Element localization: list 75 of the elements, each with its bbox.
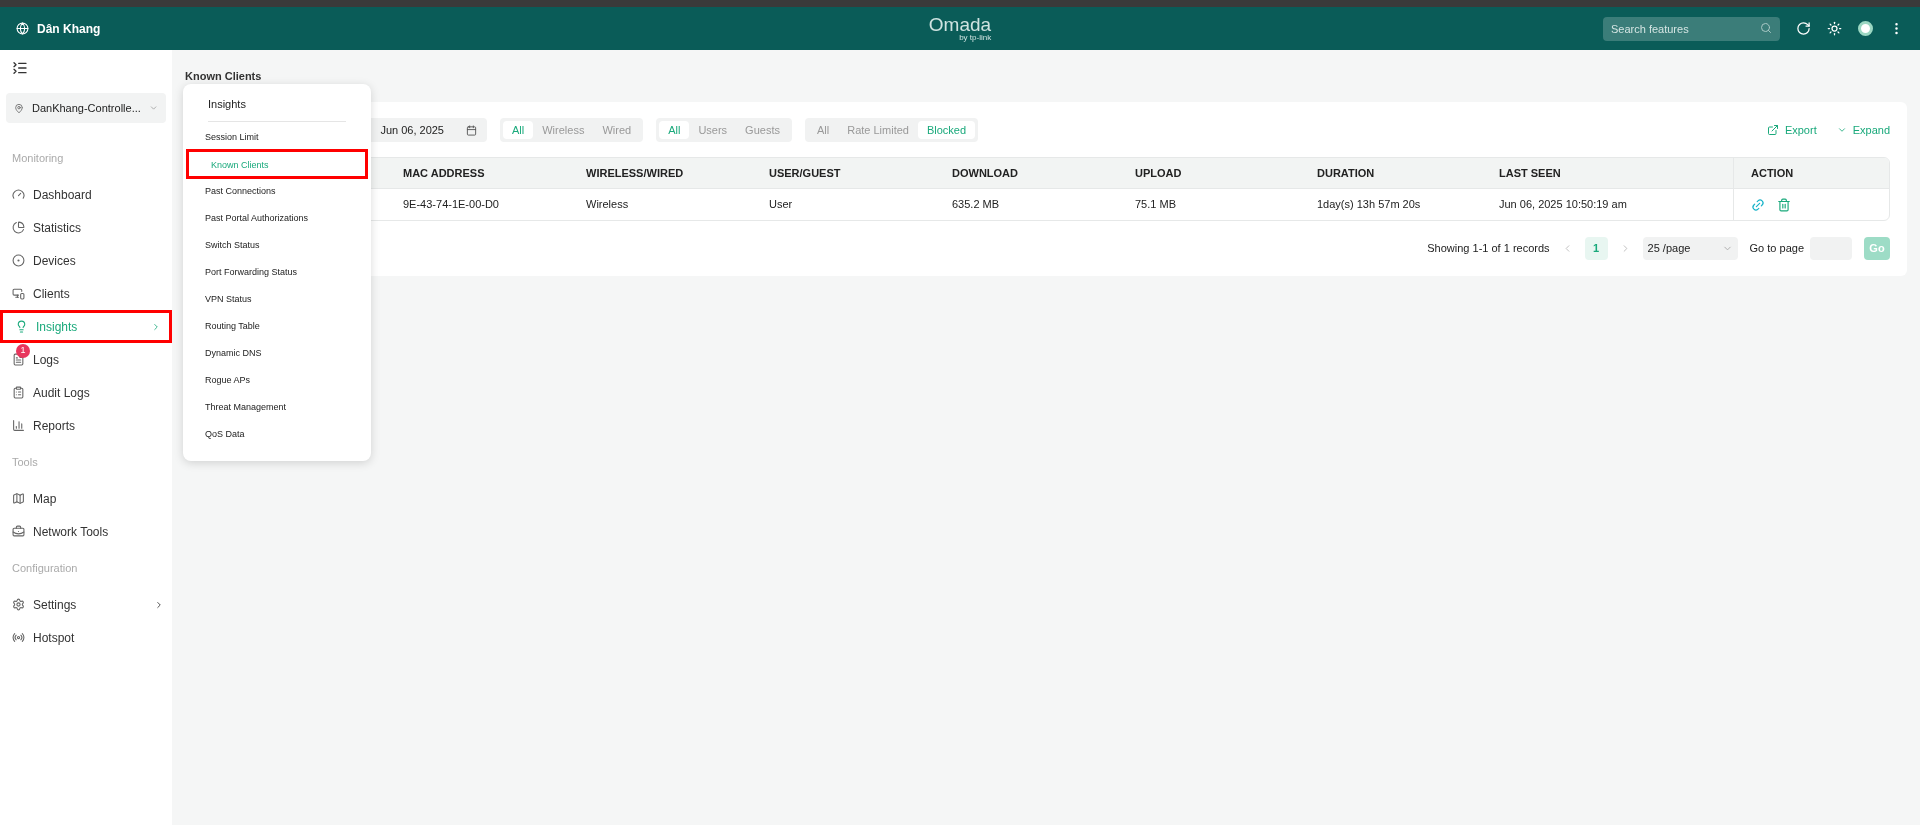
logo: Omada — [928, 15, 992, 34]
nav-item[interactable]: Logs 1 — [0, 343, 172, 376]
column-header: DOWNLOAD — [952, 165, 1018, 181]
page-title: Known Clients — [185, 68, 263, 84]
nav-item[interactable]: Network Tools — [0, 515, 172, 548]
goto-label: Go to page — [1749, 241, 1804, 257]
avatar-icon[interactable] — [1858, 21, 1873, 36]
column-header: LAST SEEN — [1499, 165, 1561, 181]
chevron-right-icon — [154, 599, 164, 610]
gauge-icon — [12, 188, 25, 201]
submenu-item[interactable]: Rogue APs — [183, 367, 371, 395]
notification-badge: 1 — [16, 344, 30, 358]
devices-icon — [12, 287, 25, 300]
target-icon — [12, 254, 25, 267]
page-size-select[interactable]: 25 /page — [1642, 237, 1738, 260]
bar-chart-icon — [12, 419, 25, 432]
records-summary: Showing 1-1 of 1 records — [1427, 241, 1550, 257]
submenu-item[interactable]: Past Connections — [183, 178, 371, 206]
section-label: Tools — [11, 454, 39, 470]
nav-item[interactable]: Hotspot — [0, 621, 172, 654]
lightbulb-icon — [15, 320, 28, 333]
popover-title: Insights — [208, 96, 346, 122]
table-cell-text: 635.2 MB — [952, 197, 1000, 213]
section-label: Configuration — [11, 560, 79, 576]
table-cell-text: 1day(s) 13h 57m 20s — [1317, 197, 1421, 213]
settings-icon — [12, 598, 25, 611]
table-cell-text: User — [769, 197, 793, 213]
nav-item[interactable]: Clients — [0, 277, 172, 310]
location-pin-icon — [14, 101, 24, 115]
site-name[interactable]: Dân Khang — [37, 19, 101, 38]
hotspot-icon — [12, 631, 25, 644]
nav-item[interactable]: Map — [0, 482, 172, 515]
calendar-icon — [466, 124, 477, 136]
nav-item[interactable]: Dashboard — [0, 178, 172, 211]
table-cell-text: 75.1 MB — [1135, 197, 1176, 213]
toolbox-icon — [12, 525, 25, 538]
table-cell-text: 9E-43-74-1E-00-D0 — [403, 197, 499, 213]
nav-item[interactable]: Reports — [0, 409, 172, 442]
submenu-item[interactable]: QoS Data — [183, 421, 371, 449]
globe-icon — [16, 22, 29, 35]
chevron-down-icon — [1836, 125, 1847, 135]
collapse-menu-icon[interactable] — [12, 60, 28, 76]
nav-item[interactable]: Settings — [0, 588, 172, 621]
pie-chart-icon — [12, 221, 25, 234]
submenu-item[interactable]: Dynamic DNS — [183, 340, 371, 368]
map-icon — [12, 492, 25, 505]
nav-item[interactable]: Audit Logs — [0, 376, 172, 409]
sun-icon[interactable] — [1827, 21, 1842, 36]
search-icon — [1760, 22, 1772, 34]
list-icon — [12, 386, 25, 399]
logo-subtitle: by tp-link — [959, 34, 992, 42]
export-icon — [1766, 124, 1779, 136]
submenu-item[interactable]: Past Portal Authorizations — [183, 205, 371, 233]
submenu-item[interactable]: Port Forwarding Status — [183, 259, 371, 287]
table-cell-text: Jun 06, 2025 10:50:19 am — [1499, 197, 1627, 213]
column-header: UPLOAD — [1135, 165, 1182, 181]
delete-icon[interactable] — [1777, 197, 1791, 212]
controller-select[interactable]: DanKhang-Controlle... — [6, 93, 166, 123]
document-icon — [12, 353, 25, 366]
submenu-item[interactable]: Threat Management — [183, 394, 371, 422]
table-cell-text: Wireless — [586, 197, 629, 213]
chevron-right-icon — [151, 321, 161, 332]
column-header: DURATION — [1317, 165, 1375, 181]
column-header: ACTION — [1751, 165, 1794, 181]
nav-item[interactable]: Devices — [0, 244, 172, 277]
submenu-item[interactable]: Switch Status — [183, 232, 371, 260]
column-header: USER/GUEST — [769, 165, 841, 181]
column-header: WIRELESS/WIRED — [586, 165, 684, 181]
submenu-item[interactable]: VPN Status — [183, 286, 371, 314]
nav-item[interactable]: Statistics — [0, 211, 172, 244]
refresh-icon[interactable] — [1796, 21, 1811, 36]
section-label: Monitoring — [11, 150, 65, 166]
search-field[interactable]: Search features — [1603, 17, 1780, 41]
column-header: MAC ADDRESS — [403, 165, 485, 181]
submenu-item[interactable]: Routing Table — [183, 313, 371, 341]
